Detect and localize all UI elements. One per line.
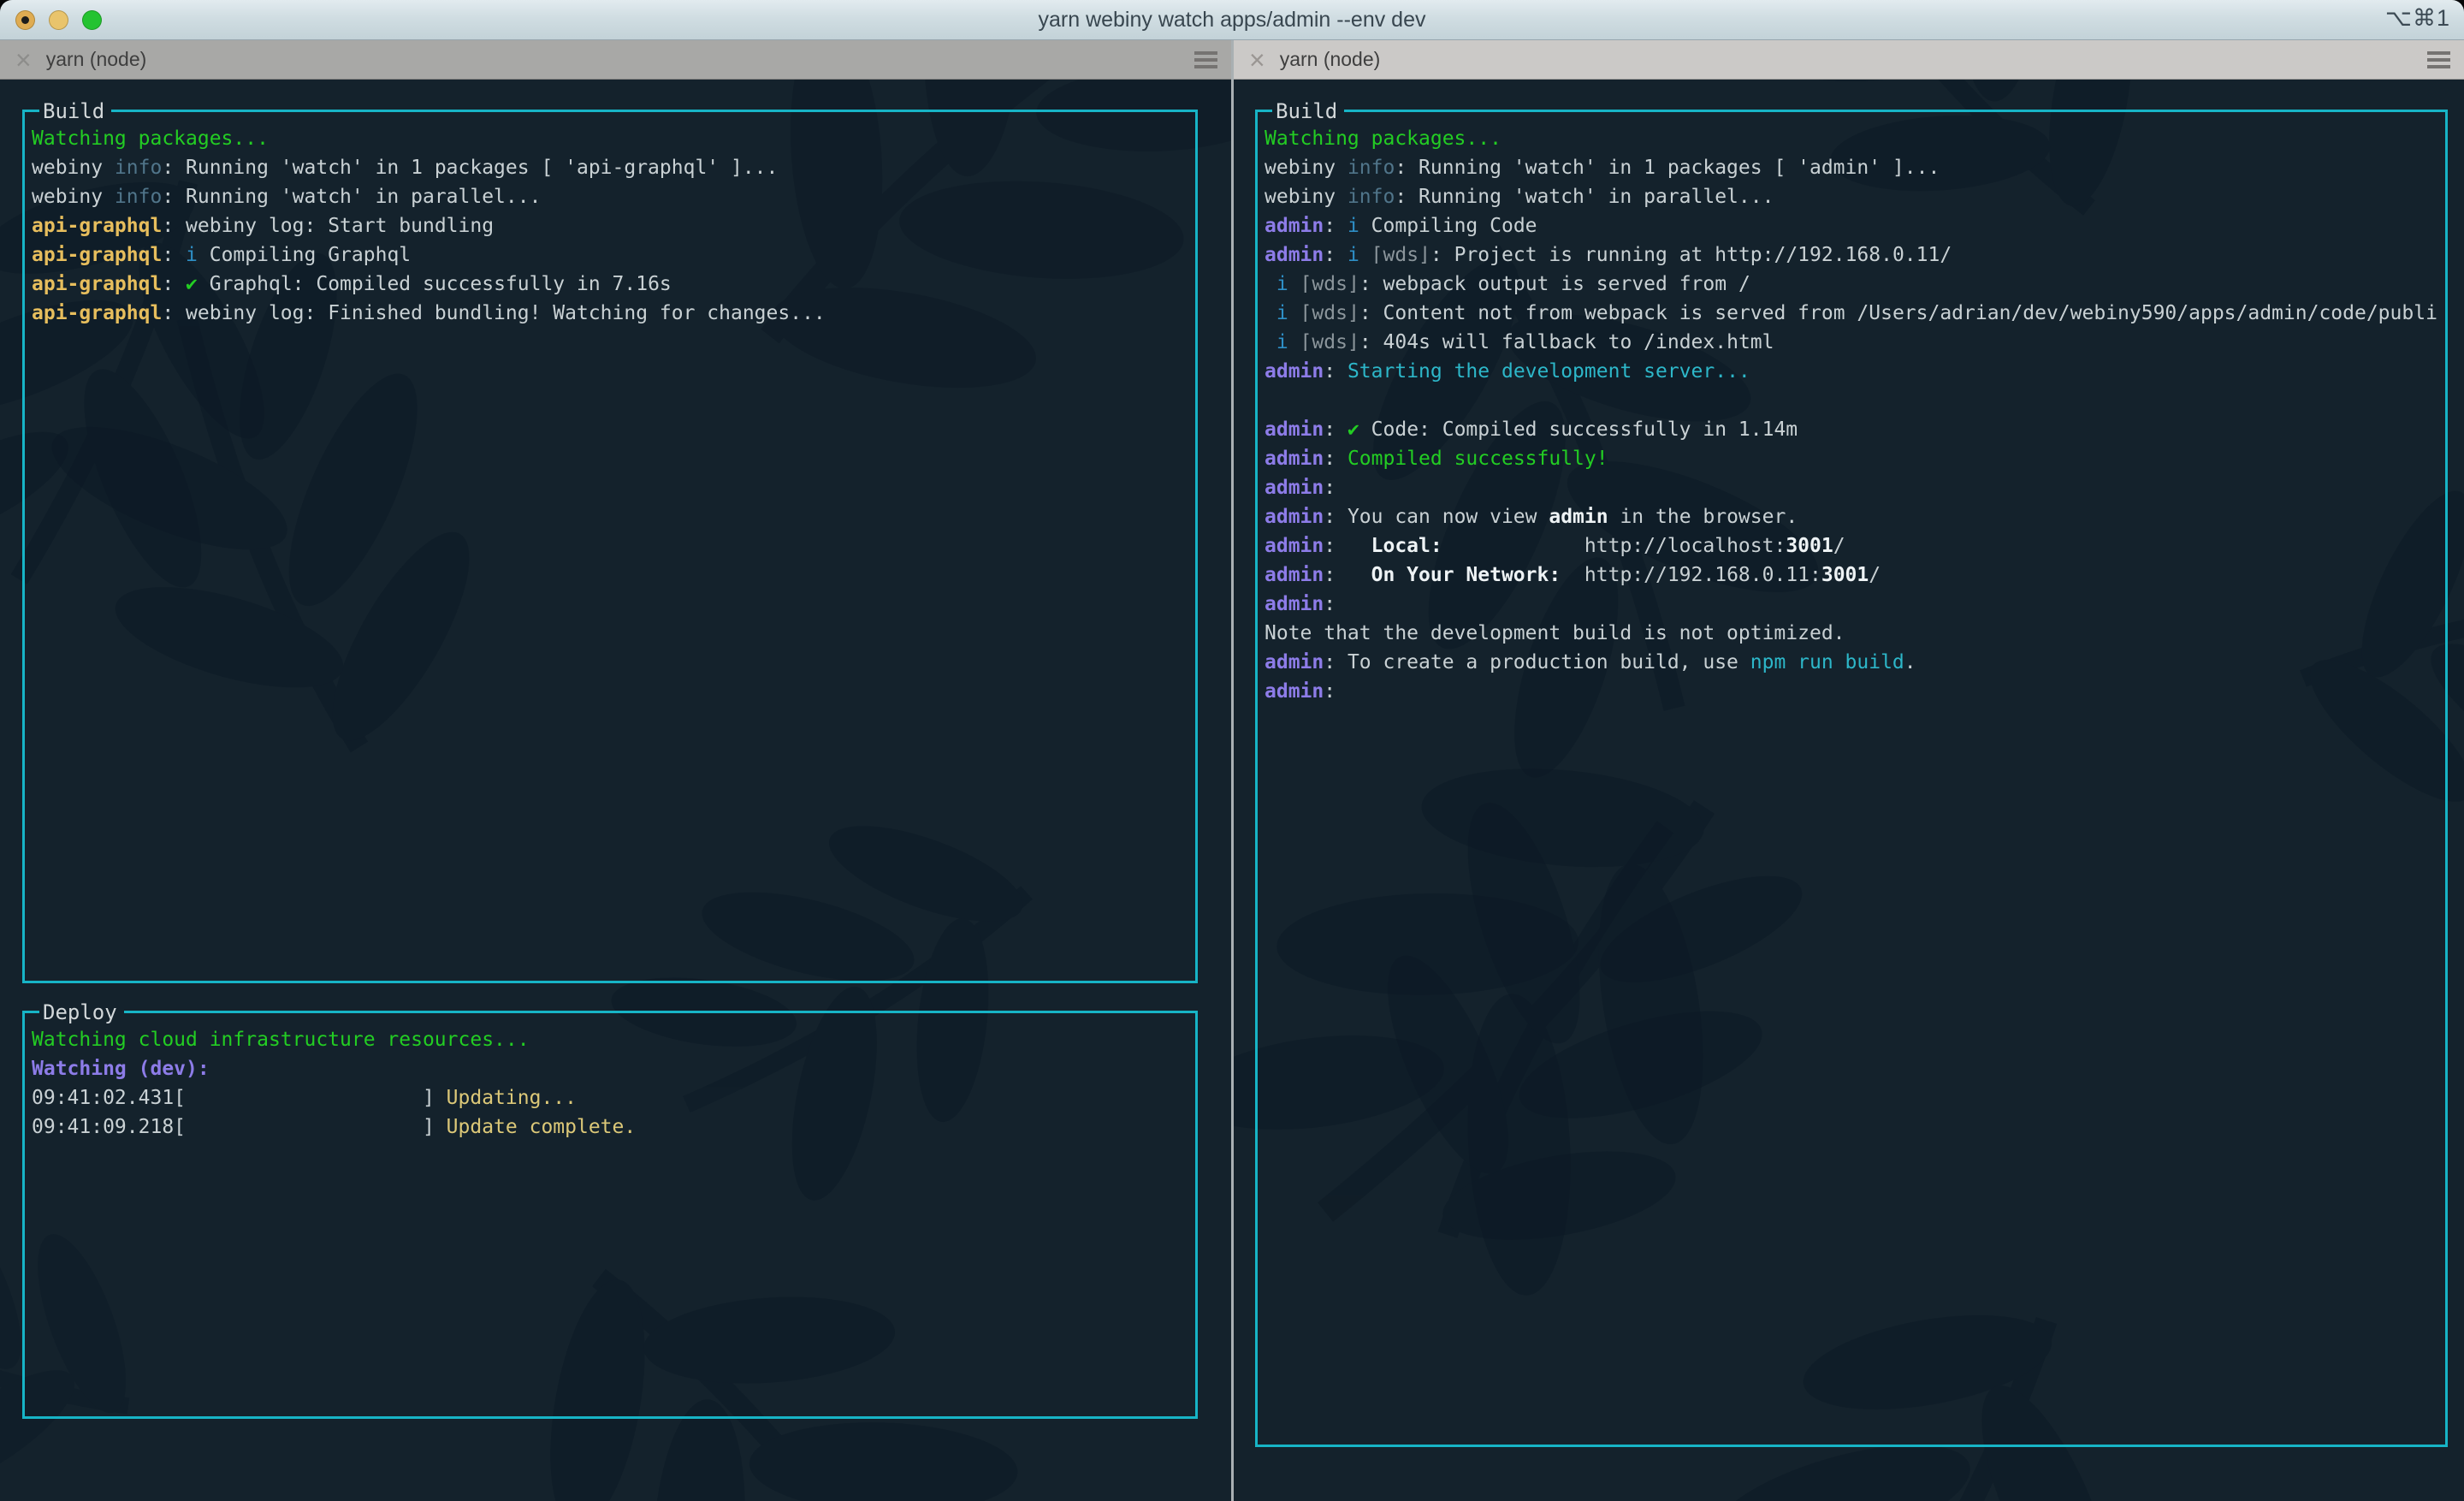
build-log-right: Watching packages...webiny info: Running… (1258, 112, 2445, 706)
terminal-line: admin: i ⌈wds⌋: Project is running at ht… (1265, 240, 2438, 270)
pane-right: × yarn (node) Build Watching packages...… (1234, 40, 2464, 1501)
terminal-line: admin: Local: http://localhost:3001/ (1265, 531, 2438, 561)
terminal-line: Watching cloud infrastructure resources.… (32, 1025, 1188, 1054)
close-pane-icon[interactable]: × (15, 46, 32, 74)
terminal-line: 09:41:02.431[ ] Updating... (32, 1083, 1188, 1112)
terminal-line: admin: (1265, 590, 2438, 619)
pane-right-terminal[interactable]: Build Watching packages...webiny info: R… (1234, 80, 2464, 1501)
pane-right-title: yarn (node) (1280, 48, 1381, 71)
pane-right-titlebar[interactable]: × yarn (node) (1234, 40, 2464, 80)
terminal-line: i ⌈wds⌋: webpack output is served from / (1265, 270, 2438, 299)
terminal-line: api-graphql: ✔ Graphql: Compiled success… (32, 270, 1188, 299)
pane-left-title: yarn (node) (46, 48, 147, 71)
terminal-window: yarn webiny watch apps/admin --env dev ⌥… (0, 0, 2464, 1501)
deploy-panel-label: Deploy (39, 998, 124, 1027)
build-panel-label: Build (1272, 97, 1344, 126)
terminal-line: admin: Starting the development server..… (1265, 357, 2438, 386)
close-pane-icon[interactable]: × (1249, 46, 1265, 74)
window-title: yarn webiny watch apps/admin --env dev (0, 8, 2464, 33)
terminal-line: admin: To create a production build, use… (1265, 648, 2438, 677)
build-panel-right: Build Watching packages...webiny info: R… (1255, 110, 2448, 1447)
pane-menu-icon[interactable] (2427, 51, 2450, 68)
terminal-line: admin: On Your Network: http://192.168.0… (1265, 561, 2438, 590)
terminal-line: admin: i Compiling Code (1265, 211, 2438, 240)
split-panes: × yarn (node) (0, 40, 2464, 1501)
terminal-line: webiny info: Running 'watch' in 1 packag… (1265, 153, 2438, 182)
terminal-line: i ⌈wds⌋: Content not from webpack is ser… (1265, 299, 2438, 328)
terminal-line: i ⌈wds⌋: 404s will fallback to /index.ht… (1265, 328, 2438, 357)
pane-left: × yarn (node) (0, 40, 1231, 1501)
terminal-line: admin: You can now view admin in the bro… (1265, 502, 2438, 531)
terminal-line: admin: Compiled successfully! (1265, 444, 2438, 473)
window-titlebar[interactable]: yarn webiny watch apps/admin --env dev ⌥… (0, 0, 2464, 40)
terminal-line: webiny info: Running 'watch' in 1 packag… (32, 153, 1188, 182)
terminal-line: admin: (1265, 677, 2438, 706)
terminal-line: api-graphql: webiny log: Finished bundli… (32, 299, 1188, 328)
terminal-line: webiny info: Running 'watch' in parallel… (32, 182, 1188, 211)
build-log-left: Watching packages...webiny info: Running… (25, 112, 1195, 328)
terminal-line: webiny info: Running 'watch' in parallel… (1265, 182, 2438, 211)
pane-left-titlebar[interactable]: × yarn (node) (0, 40, 1231, 80)
terminal-line: api-graphql: webiny log: Start bundling (32, 211, 1188, 240)
terminal-line: 09:41:09.218[ ] Update complete. (32, 1112, 1188, 1142)
tab-shortcut-badge: ⌥⌘1 (2385, 5, 2450, 32)
build-panel-left: Build Watching packages...webiny info: R… (22, 110, 1198, 983)
terminal-line: Note that the development build is not o… (1265, 619, 2438, 648)
terminal-line: Watching packages... (1265, 124, 2438, 153)
deploy-panel-left: Deploy Watching cloud infrastructure res… (22, 1011, 1198, 1419)
terminal-line: api-graphql: i Compiling Graphql (32, 240, 1188, 270)
terminal-line (1265, 386, 2438, 415)
build-panel-label: Build (39, 97, 111, 126)
pane-left-terminal[interactable]: Build Watching packages...webiny info: R… (0, 80, 1231, 1501)
terminal-line: admin: ✔ Code: Compiled successfully in … (1265, 415, 2438, 444)
terminal-line: Watching (dev): (32, 1054, 1188, 1083)
deploy-log-left: Watching cloud infrastructure resources.… (25, 1013, 1195, 1142)
terminal-line: Watching packages... (32, 124, 1188, 153)
pane-menu-icon[interactable] (1194, 51, 1217, 68)
terminal-line: admin: (1265, 473, 2438, 502)
